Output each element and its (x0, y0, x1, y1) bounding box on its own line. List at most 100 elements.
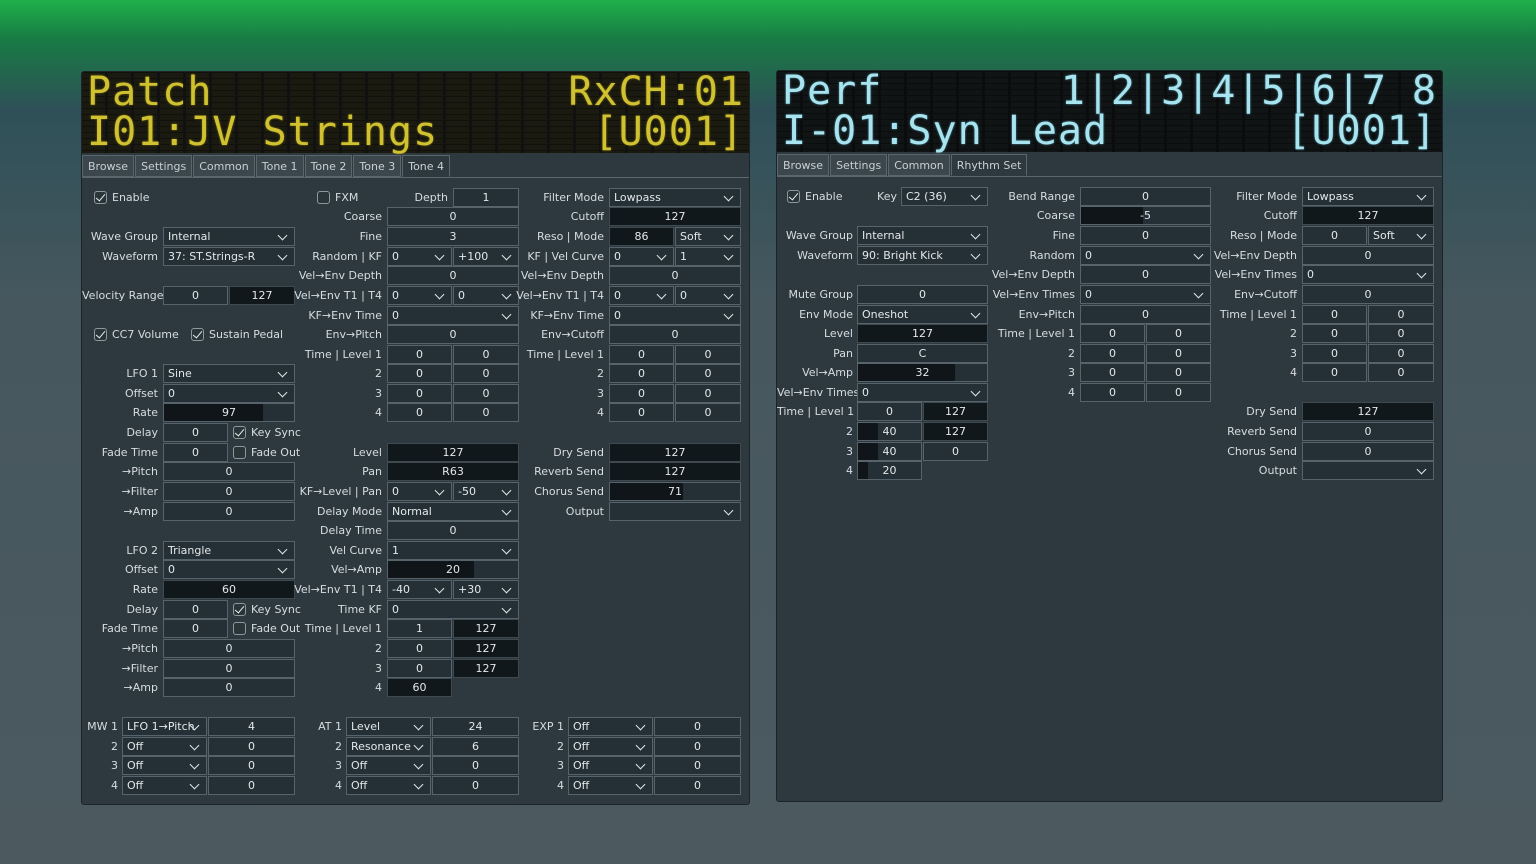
amp-vel-env-times-select[interactable]: 0 (857, 383, 988, 402)
vel-amp-slider[interactable]: 20 (387, 560, 519, 579)
filter-env-time-3[interactable]: 0 (609, 384, 674, 403)
env-cutoff-field[interactable]: 0 (1302, 285, 1434, 304)
reso-field[interactable]: 86 (609, 227, 674, 246)
tab-settings[interactable]: Settings (135, 155, 193, 177)
pan-slider[interactable]: R63 (387, 462, 519, 481)
lfo2-pitch-field[interactable]: 0 (163, 639, 295, 658)
amp-env-level-2[interactable]: 127 (923, 422, 988, 441)
amp-env-level-1[interactable]: 127 (923, 402, 988, 421)
pitch-vel-env-depth-field[interactable]: 0 (1080, 265, 1211, 284)
bend-range-field[interactable]: 0 (1080, 187, 1211, 206)
random-select[interactable]: 0 (1080, 246, 1211, 265)
amp-env-time-2[interactable]: 40 (857, 422, 922, 441)
delay-time-field[interactable]: 0 (387, 521, 519, 540)
exp4-amount[interactable]: 0 (654, 776, 741, 795)
mute-group-field[interactable]: 0 (857, 285, 988, 304)
exp4-select[interactable]: Off (568, 776, 653, 795)
amp-t1-select[interactable]: -40 (387, 580, 452, 599)
filter-vel-env-depth-field[interactable]: 0 (609, 266, 741, 285)
kf-level-select[interactable]: 0 (387, 482, 452, 501)
tab-tone-2[interactable]: Tone 2 (304, 155, 353, 177)
cc7-volume-checkbox[interactable]: CC7 Volume (94, 325, 179, 344)
lfo2-rate-slider[interactable]: 60 (163, 580, 295, 599)
dry-send-slider[interactable]: 127 (1302, 402, 1434, 421)
pitch-env-time-1[interactable]: 0 (1080, 324, 1145, 343)
waveform-select[interactable]: 37: ST.Strings-R (163, 247, 295, 266)
lfo1-wave-select[interactable]: Sine (163, 364, 295, 383)
filter-env-time-1[interactable]: 0 (1302, 305, 1367, 324)
amp-env-time-1[interactable]: 0 (857, 402, 922, 421)
lfo2-offset-select[interactable]: 0 (163, 560, 295, 579)
amp-env-level-2[interactable]: 127 (453, 639, 519, 658)
pitch-env-time-1[interactable]: 0 (387, 345, 452, 364)
tab-browse[interactable]: Browse (82, 155, 135, 177)
filter-env-time-3[interactable]: 0 (1302, 344, 1367, 363)
coarse-field[interactable]: 0 (387, 207, 519, 226)
filter-env-level-4[interactable]: 0 (675, 403, 741, 422)
env-cutoff-field[interactable]: 0 (609, 325, 741, 344)
output-select[interactable] (1302, 461, 1434, 480)
cutoff-slider[interactable]: 127 (609, 207, 741, 226)
wave-group-select[interactable]: Internal (857, 226, 988, 245)
level-slider[interactable]: 127 (857, 324, 988, 343)
filter-env-level-2[interactable]: 0 (675, 364, 741, 383)
reso-field[interactable]: 0 (1302, 226, 1367, 245)
reverb-send-slider[interactable]: 0 (1302, 422, 1434, 441)
filter-env-level-3[interactable]: 0 (675, 384, 741, 403)
exp3-select[interactable]: Off (568, 756, 653, 775)
reso-mode-select[interactable]: Soft (675, 227, 741, 246)
amp-env-level-1[interactable]: 127 (453, 619, 519, 638)
dry-send-slider[interactable]: 127 (609, 443, 741, 462)
filter-env-time-1[interactable]: 0 (609, 345, 674, 364)
pitch-env-time-4[interactable]: 0 (1080, 383, 1145, 402)
waveform-select[interactable]: 90: Bright Kick (857, 246, 988, 265)
pitch-env-time-3[interactable]: 0 (1080, 363, 1145, 382)
filter-mode-select[interactable]: Lowpass (1302, 187, 1434, 206)
pitch-vel-env-depth-field[interactable]: 0 (387, 266, 519, 285)
at2-select[interactable]: Resonance (346, 737, 431, 756)
filter-kf-select[interactable]: 0 (609, 247, 674, 266)
amp-env-time-1[interactable]: 1 (387, 619, 452, 638)
at4-amount[interactable]: 0 (432, 776, 519, 795)
coarse-field[interactable]: -5 (1080, 206, 1211, 225)
amp-env-time-3[interactable]: 40 (857, 442, 922, 461)
time-kf-select[interactable]: 0 (387, 600, 519, 619)
pitch-env-level-4[interactable]: 0 (1146, 383, 1211, 402)
filter-vel-env-times-select[interactable]: 0 (1302, 265, 1434, 284)
delay-mode-select[interactable]: Normal (387, 502, 519, 521)
exp1-select[interactable]: Off (568, 717, 653, 736)
exp2-amount[interactable]: 0 (654, 737, 741, 756)
filter-env-time-2[interactable]: 0 (1302, 324, 1367, 343)
filter-env-level-1[interactable]: 0 (1368, 305, 1434, 324)
pan-slider[interactable]: C (857, 344, 988, 363)
lfo2-wave-select[interactable]: Triangle (163, 541, 295, 560)
lfo1-fade-time-field[interactable]: 0 (163, 443, 228, 462)
filter-env-level-2[interactable]: 0 (1368, 324, 1434, 343)
pitch-vel-env-times-select[interactable]: 0 (1080, 285, 1211, 304)
reso-mode-select[interactable]: Soft (1368, 226, 1434, 245)
pitch-env-time-2[interactable]: 0 (387, 364, 452, 383)
lfo2-amp-field[interactable]: 0 (163, 678, 295, 697)
lfo1-delay-field[interactable]: 0 (163, 423, 228, 442)
fxm-checkbox[interactable]: FXM (317, 188, 358, 207)
env-pitch-field[interactable]: 0 (1080, 305, 1211, 324)
filter-mode-select[interactable]: Lowpass (609, 188, 741, 207)
wave-group-select[interactable]: Internal (163, 227, 295, 246)
filter-env-level-4[interactable]: 0 (1368, 363, 1434, 382)
mw3-amount[interactable]: 0 (208, 756, 295, 775)
reverb-send-slider[interactable]: 127 (609, 462, 741, 481)
at2-amount[interactable]: 6 (432, 737, 519, 756)
env-pitch-field[interactable]: 0 (387, 325, 519, 344)
amp-env-time-3[interactable]: 0 (387, 659, 452, 678)
pitch-env-time-4[interactable]: 0 (387, 403, 452, 422)
enable-checkbox[interactable]: Enable (94, 188, 149, 207)
enable-checkbox[interactable]: Enable (787, 187, 842, 206)
tab-tone-3[interactable]: Tone 3 (353, 155, 402, 177)
filter-t1-select[interactable]: 0 (609, 286, 674, 305)
at3-select[interactable]: Off (346, 756, 431, 775)
filter-env-level-1[interactable]: 0 (675, 345, 741, 364)
amp-env-time-4[interactable]: 20 (857, 461, 922, 480)
lfo2-fade-time-field[interactable]: 0 (163, 619, 228, 638)
filter-vel-curve-select[interactable]: 1 (675, 247, 741, 266)
sustain-pedal-checkbox[interactable]: Sustain Pedal (191, 325, 283, 344)
